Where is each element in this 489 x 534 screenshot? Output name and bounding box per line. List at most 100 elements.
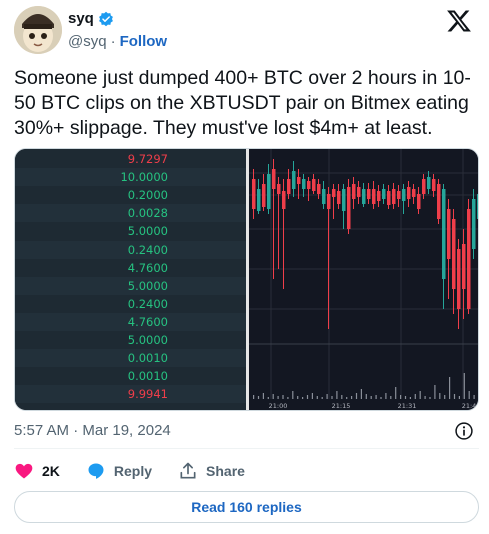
candle-body (407, 187, 411, 199)
author-name[interactable]: syq (68, 10, 94, 27)
volume-bar (449, 377, 451, 399)
info-icon[interactable] (454, 421, 474, 441)
candle-body (417, 194, 421, 209)
candlestick-chart: 21:00 21:15 21:31 21:4 (249, 149, 478, 410)
candle-body (312, 179, 316, 191)
candle-body (272, 169, 276, 189)
time-axis-label: 21:00 (269, 402, 288, 410)
like-button[interactable]: 2K (14, 461, 60, 481)
volume-bar (434, 385, 436, 399)
orderbook-row: 0.2400 (127, 296, 168, 311)
tweet-media-image[interactable]: 9.7297 10.0000 0.2000 0.0028 5.0000 0.2400 4.7… (14, 148, 479, 411)
candle-body (452, 219, 456, 289)
candle-body (282, 191, 286, 209)
orderbook-row: 0.0010 (15, 349, 246, 368)
read-replies-button[interactable]: Read 160 replies (14, 491, 479, 523)
candle-body (352, 184, 356, 199)
volume-bar (331, 396, 333, 399)
volume-bar (272, 394, 274, 399)
candle-body (387, 191, 391, 205)
candle-body (327, 194, 331, 209)
heart-icon (15, 463, 33, 479)
candle-body (432, 179, 436, 191)
orderbook-row: 0.0010 (127, 369, 168, 384)
tweet-header: syq @syq · Follow (14, 6, 476, 56)
candle-body (442, 189, 446, 279)
candle-body (337, 191, 341, 204)
follow-button[interactable]: Follow (120, 33, 168, 50)
candle-body (427, 177, 431, 189)
orderbook-row: 5.0000 (127, 224, 168, 239)
orderbook-panel: 9.7297 10.0000 0.2000 0.0028 5.0000 0.2400 4.7… (15, 149, 246, 410)
volume-bar (355, 393, 358, 399)
share-icon (180, 462, 196, 479)
candle-body (322, 189, 326, 204)
volume-bar (341, 395, 343, 399)
volume-bar (321, 397, 323, 399)
candle-body (412, 189, 416, 197)
orderbook-row: 0.2000 (127, 188, 168, 203)
avatar[interactable] (14, 6, 62, 54)
volume-bar (287, 397, 289, 399)
orderbook-row: 10.0000 (15, 168, 246, 187)
volume-bar (468, 391, 470, 399)
volume-bar (458, 396, 460, 399)
volume-bar (262, 393, 264, 399)
reply-label: Reply (113, 463, 153, 479)
volume-bar (346, 397, 348, 399)
candle-body (457, 249, 461, 309)
volume-bar (365, 394, 367, 399)
volume-bar (277, 396, 279, 399)
time-axis-label: 21:31 (398, 402, 417, 410)
candle-body (422, 179, 426, 194)
tweet-actions: 2K Reply Share (14, 458, 271, 484)
candle-body (392, 189, 396, 204)
candle-body (277, 184, 281, 194)
candle-body (397, 191, 401, 199)
share-label: Share (206, 463, 245, 479)
volume-bar (375, 395, 377, 399)
orderbook-row: 0.0028 (15, 204, 246, 223)
volume-bar (336, 391, 338, 399)
volume-bar (429, 397, 431, 399)
candle-body (307, 181, 311, 189)
candle-body (382, 189, 386, 199)
volume-bar (444, 395, 446, 399)
candle-body (252, 179, 256, 209)
volume-bar (439, 393, 441, 399)
volume-bar (282, 395, 284, 399)
like-count: 2K (42, 463, 60, 479)
orderbook-row: 4.7600 (15, 312, 246, 331)
volume-bar (424, 396, 426, 399)
volume-bar (311, 393, 313, 399)
candle-body (377, 191, 381, 201)
candle-body (477, 194, 478, 219)
time-axis-label: 21:4 (462, 402, 477, 410)
volume-bar (297, 396, 299, 399)
handle-separator: · (110, 33, 116, 50)
volume-bar (302, 397, 304, 399)
share-button[interactable]: Share (178, 461, 245, 481)
volume-bar (380, 397, 382, 399)
candle-body (302, 179, 306, 189)
author-handle[interactable]: @syq (68, 33, 107, 50)
candle-body (362, 189, 366, 204)
candle-body (462, 244, 466, 289)
tweet-timestamp[interactable]: 5:57 AM · Mar 19, 2024 (14, 422, 171, 439)
orderbook-row: 9.7297 (127, 152, 168, 166)
volume-bar (390, 396, 392, 399)
candle-body (287, 179, 291, 194)
candlestick-chart-panel: 21:00 21:15 21:31 21:4 (249, 149, 478, 410)
volume-bar (453, 394, 456, 399)
reply-bubble-icon (88, 463, 104, 479)
orderbook-row: 4.7600 (127, 260, 168, 275)
candle-body (317, 184, 321, 194)
candle-body (447, 209, 451, 259)
candle-body (297, 177, 301, 184)
candle-body (472, 199, 476, 249)
volume-bar (385, 393, 387, 399)
reply-button[interactable]: Reply (86, 461, 152, 481)
candle-body (467, 209, 471, 309)
tweet-text: Someone just dumped 400+ BTC over 2 hour… (14, 67, 471, 139)
x-logo-icon[interactable] (446, 8, 472, 34)
